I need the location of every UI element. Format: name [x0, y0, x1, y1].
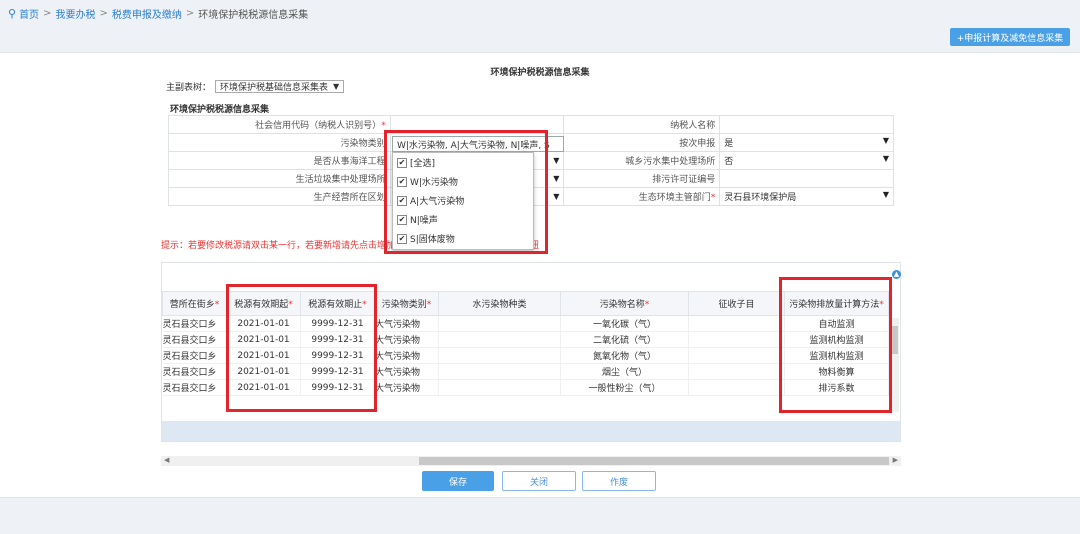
table-cell — [438, 331, 561, 348]
expand-icon[interactable]: ▲ — [892, 270, 901, 279]
grid-header: 水污染物种类 — [438, 291, 561, 316]
table-cell — [688, 379, 785, 396]
table-cell: 灵石县交口乡 — [162, 347, 227, 364]
horizontal-scrollbar[interactable]: ◀ ▶ — [161, 456, 901, 466]
table-cell — [438, 363, 561, 380]
form-label: 按次申报 — [563, 133, 721, 152]
table-cell: 一氧化碳（气） — [560, 315, 689, 332]
grid-footer-band — [162, 421, 900, 441]
table-cell — [438, 347, 561, 364]
table-cell: 大气污染物 — [374, 379, 439, 396]
grid-header: 污染物类别* — [374, 291, 439, 316]
breadcrumb-separator: > — [185, 7, 195, 19]
form-label: 社会信用代码（纳税人识别号）* — [168, 115, 391, 134]
main-table-value: 环境保护税基础信息采集表 — [220, 83, 329, 93]
highlight-box-validity — [226, 284, 377, 412]
table-cell: 大气污染物 — [374, 363, 439, 380]
permit-number-field[interactable] — [719, 169, 894, 188]
form-label: 排污许可证编号 — [563, 169, 721, 188]
highlight-box-pollutant — [384, 130, 548, 254]
scroll-right-icon[interactable]: ▶ — [893, 456, 898, 464]
env-authority-select[interactable]: 灵石县环境保护局 ▼ — [719, 187, 894, 206]
form-label: 生态环境主管部门* — [563, 187, 721, 206]
breadcrumb-current: 环境保护税税源信息采集 — [198, 9, 309, 21]
table-cell: 烟尘（气） — [560, 363, 689, 380]
table-cell: 氮氧化物（气） — [560, 347, 689, 364]
location-pin-icon: ⚲ — [8, 6, 17, 20]
horizontal-scroll-thumb[interactable] — [419, 457, 889, 465]
scroll-left-icon[interactable]: ◀ — [164, 456, 169, 464]
table-cell: 灵石县交口乡 — [162, 363, 227, 380]
section-title: 环境保护税税源信息采集 — [170, 105, 270, 115]
grid-header: 污染物名称* — [560, 291, 689, 316]
per-time-declare-select[interactable]: 是 ▼ — [719, 133, 894, 152]
main-table-label: 主副表树： — [166, 83, 212, 93]
declaration-calc-button[interactable]: +申报计算及减免信息采集 — [950, 28, 1070, 46]
close-button[interactable]: 关闭 — [502, 471, 576, 491]
table-cell — [688, 347, 785, 364]
main-table-selector: 主副表树： 环境保护税基础信息采集表 ▼ — [166, 80, 345, 93]
breadcrumb-level2[interactable]: 我要办税 — [55, 6, 95, 21]
sewage-site-select[interactable]: 否 ▼ — [719, 151, 894, 170]
table-cell — [438, 315, 561, 332]
breadcrumb-separator: > — [99, 7, 108, 19]
chevron-down-icon: ▼ — [882, 136, 889, 145]
table-cell: 灵石县交口乡 — [162, 379, 227, 396]
chevron-down-icon: ▼ — [882, 154, 889, 163]
breadcrumb-level3[interactable]: 税费申报及缴纳 — [112, 6, 182, 21]
chevron-down-icon: ▼ — [882, 190, 889, 199]
table-cell — [688, 331, 785, 348]
save-button[interactable]: 保存 — [422, 471, 494, 491]
void-button[interactable]: 作废 — [582, 471, 656, 491]
table-cell — [438, 379, 561, 396]
table-cell: 大气污染物 — [374, 315, 439, 332]
table-cell — [688, 363, 785, 380]
highlight-box-method — [779, 277, 892, 413]
table-cell: 灵石县交口乡 — [162, 315, 227, 332]
form-title: 环境保护税税源信息采集 — [490, 68, 590, 78]
breadcrumb-separator: > — [43, 7, 52, 19]
taxpayer-name-field[interactable] — [719, 115, 894, 134]
table-cell: 一般性粉尘（气） — [560, 379, 689, 396]
chevron-down-icon: ▼ — [553, 192, 560, 201]
form-label: 是否从事海洋工程 — [168, 151, 391, 170]
form-label: 城乡污水集中处理场所 — [563, 151, 721, 170]
breadcrumb: ⚲ 首页 > 我要办税 > 税费申报及缴纳 > 环境保护税税源信息采集 — [8, 6, 309, 21]
table-cell: 二氧化硫（气） — [560, 331, 689, 348]
form-label: 纳税人名称 — [563, 115, 721, 134]
table-cell: 大气污染物 — [374, 331, 439, 348]
chevron-down-icon: ▼ — [553, 156, 560, 165]
grid-header: 征收子目 — [688, 291, 785, 316]
form-label: 生产经营所在区划 — [168, 187, 391, 206]
form-label: 生活垃圾集中处理场所 — [168, 169, 391, 188]
table-cell — [688, 315, 785, 332]
grid-header: 营所在街乡* — [162, 291, 227, 316]
chevron-down-icon: ▼ — [553, 174, 560, 183]
form-label: 污染物类别 — [168, 133, 391, 152]
table-cell: 灵石县交口乡 — [162, 331, 227, 348]
chevron-down-icon: ▼ — [333, 82, 340, 91]
table-cell: 大气污染物 — [374, 347, 439, 364]
breadcrumb-home[interactable]: 首页 — [19, 6, 39, 21]
main-table-select[interactable]: 环境保护税基础信息采集表 ▼ — [215, 80, 345, 93]
